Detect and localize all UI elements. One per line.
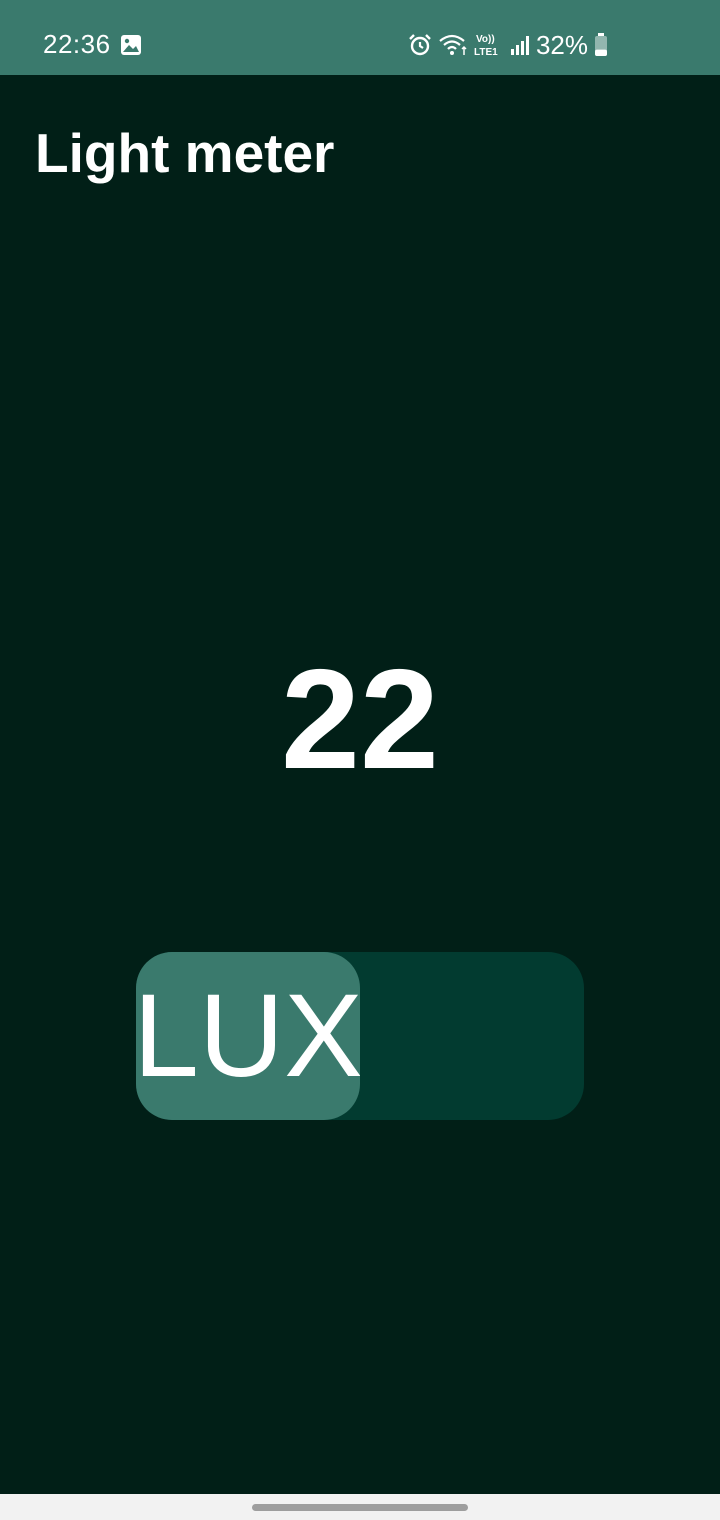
status-time: 22:36 [43, 29, 111, 59]
lux-reading: 22 [281, 640, 439, 799]
volte-lte-icon: Vo)) LTE1 [474, 32, 504, 58]
status-icons: Vo)) LTE1 32% [408, 28, 608, 62]
home-gesture-handle[interactable] [252, 1504, 468, 1511]
navigation-bar [0, 1494, 720, 1520]
svg-text:LTE1: LTE1 [474, 47, 498, 58]
wifi-icon [438, 33, 468, 57]
gallery-icon [120, 34, 142, 56]
unit-option-lux[interactable]: LUX [136, 952, 360, 1120]
status-bar: 22:36 Vo)) LTE1 32% [0, 0, 720, 75]
battery-icon [594, 33, 608, 57]
battery-percent: 32% [535, 30, 588, 60]
unit-toggle[interactable]: LUX [136, 952, 584, 1120]
page-title: Light meter [35, 122, 335, 184]
signal-icon [510, 34, 530, 56]
svg-text:Vo)): Vo)) [476, 34, 495, 45]
alarm-icon [408, 33, 432, 57]
unit-label: LUX [136, 970, 360, 1102]
